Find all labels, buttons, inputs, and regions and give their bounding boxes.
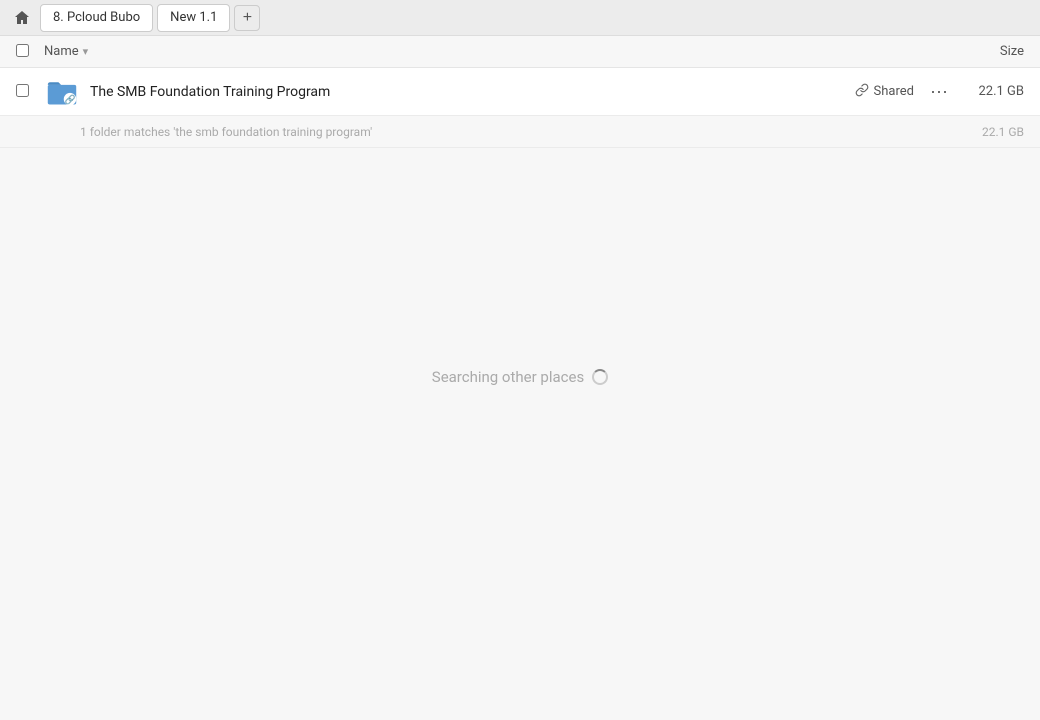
tab-label: New 1.1 [170, 10, 217, 25]
column-header: Name ▾ Size [0, 36, 1040, 68]
home-icon [14, 10, 30, 26]
svg-text:🔗: 🔗 [64, 93, 75, 105]
name-column-header[interactable]: Name ▾ [44, 44, 88, 59]
shared-label: Shared [874, 84, 914, 99]
add-tab-button[interactable]: + [234, 5, 260, 31]
top-bar: 8. Pcloud Bubo New 1.1 + [0, 0, 1040, 36]
file-actions: Shared ··· 22.1 GB [855, 79, 1024, 104]
file-name: The SMB Foundation Training Program [90, 84, 855, 100]
loading-spinner [592, 369, 608, 385]
searching-text: Searching other places [432, 368, 584, 386]
folder-link-icon: 🔗 [46, 76, 78, 108]
name-column-label: Name [44, 44, 79, 59]
select-all-input[interactable] [16, 44, 29, 57]
size-column-header[interactable]: Size [1000, 44, 1024, 59]
sort-icon: ▾ [83, 45, 89, 58]
searching-section: Searching other places [0, 368, 1040, 386]
tab-new-1-1[interactable]: New 1.1 [157, 4, 230, 32]
home-button[interactable] [8, 4, 36, 32]
more-dots-icon: ··· [930, 81, 948, 101]
more-options-button[interactable]: ··· [926, 79, 952, 104]
add-tab-icon: + [243, 10, 252, 26]
shared-badge: Shared [855, 83, 914, 101]
tab-label: 8. Pcloud Bubo [53, 10, 140, 25]
row-checkbox[interactable] [16, 82, 36, 101]
match-text: 1 folder matches 'the smb foundation tra… [80, 125, 964, 139]
file-icon: 🔗 [44, 74, 80, 110]
size-column-label: Size [1000, 44, 1024, 59]
file-row[interactable]: 🔗 The SMB Foundation Training Program Sh… [0, 68, 1040, 116]
row-checkbox-input[interactable] [16, 84, 29, 97]
file-size: 22.1 GB [964, 84, 1024, 99]
match-info-row: 1 folder matches 'the smb foundation tra… [0, 116, 1040, 148]
select-all-checkbox[interactable] [16, 42, 36, 61]
link-icon [855, 83, 869, 101]
tab-pcloud-bubo[interactable]: 8. Pcloud Bubo [40, 4, 153, 32]
match-size: 22.1 GB [964, 125, 1024, 139]
